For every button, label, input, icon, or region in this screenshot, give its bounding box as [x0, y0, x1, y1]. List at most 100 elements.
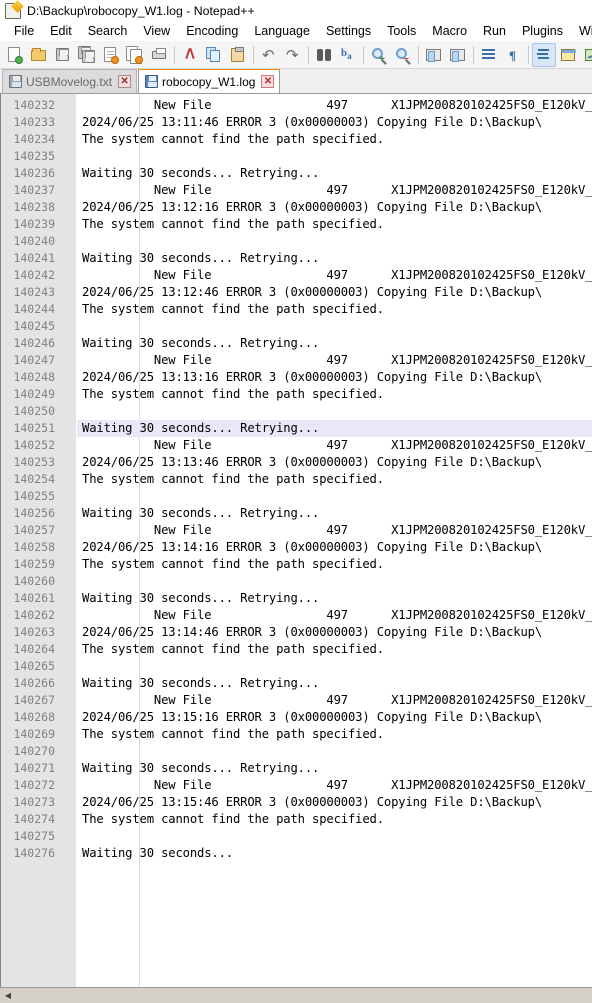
code-line[interactable]: Waiting 30 seconds... — [77, 845, 592, 862]
zoom-out-icon[interactable]: − — [391, 43, 415, 67]
paste-icon[interactable] — [226, 43, 250, 67]
save-all-icon[interactable] — [75, 43, 99, 67]
code-line[interactable]: 2024/06/25 13:14:16 ERROR 3 (0x00000003)… — [77, 539, 592, 556]
copy-icon[interactable] — [202, 43, 226, 67]
code-line[interactable]: New File 497 X1JPM200820102425FS0_E120kV… — [77, 522, 592, 539]
code-line[interactable]: The system cannot find the path specifie… — [77, 301, 592, 318]
code-line[interactable]: 2024/06/25 13:13:16 ERROR 3 (0x00000003)… — [77, 369, 592, 386]
code-line[interactable]: 2024/06/25 13:15:16 ERROR 3 (0x00000003)… — [77, 709, 592, 726]
code-line[interactable]: New File 497 X1JPM200820102425FS0_E120kV… — [77, 182, 592, 199]
menu-item-view[interactable]: View — [135, 21, 178, 41]
fold-margin[interactable] — [62, 94, 76, 987]
code-line[interactable]: The system cannot find the path specifie… — [77, 726, 592, 743]
menu-item-encoding[interactable]: Encoding — [178, 21, 246, 41]
code-line[interactable]: The system cannot find the path specifie… — [77, 386, 592, 403]
code-line[interactable]: Waiting 30 seconds... Retrying... — [77, 505, 592, 522]
code-line[interactable]: 2024/06/25 13:11:46 ERROR 3 (0x00000003)… — [77, 114, 592, 131]
redo-icon[interactable]: ↷ — [281, 43, 305, 67]
code-line[interactable] — [77, 233, 592, 250]
user-defined-dialog-icon[interactable] — [556, 43, 580, 67]
code-line[interactable]: 2024/06/25 13:15:46 ERROR 3 (0x00000003)… — [77, 794, 592, 811]
code-line[interactable]: 2024/06/25 13:12:46 ERROR 3 (0x00000003)… — [77, 284, 592, 301]
toolbar: ↶ ↷ ba + − ¶ — [0, 41, 592, 69]
menu-item-macro[interactable]: Macro — [424, 21, 475, 41]
code-line[interactable] — [77, 573, 592, 590]
code-line[interactable]: Waiting 30 seconds... Retrying... — [77, 165, 592, 182]
code-line[interactable]: 2024/06/25 13:12:16 ERROR 3 (0x00000003)… — [77, 199, 592, 216]
code-line[interactable] — [77, 658, 592, 675]
indent-guideline-icon[interactable] — [532, 42, 556, 67]
close-all-files-icon[interactable] — [123, 43, 147, 67]
cut-icon[interactable] — [178, 43, 202, 67]
tab-bar: USBMovelog.txt ✕ robocopy_W1.log ✕ — [0, 69, 592, 94]
code-line[interactable]: Waiting 30 seconds... Retrying... — [77, 675, 592, 692]
menu-item-search[interactable]: Search — [80, 21, 136, 41]
code-line[interactable]: 2024/06/25 13:13:46 ERROR 3 (0x00000003)… — [77, 454, 592, 471]
floppy-icon — [9, 75, 22, 88]
toolbar-separator — [418, 45, 419, 64]
tab-usbmovelog[interactable]: USBMovelog.txt ✕ — [2, 69, 138, 93]
tab-robocopy-w1[interactable]: robocopy_W1.log ✕ — [138, 69, 281, 93]
code-line[interactable]: Waiting 30 seconds... Retrying... — [77, 590, 592, 607]
undo-icon[interactable]: ↶ — [257, 43, 281, 67]
menu-item-tools[interactable]: Tools — [379, 21, 424, 41]
text-content[interactable]: New File 497 X1JPM200820102425FS0_E120kV… — [77, 94, 592, 987]
tab-label: USBMovelog.txt — [26, 74, 113, 89]
code-line[interactable]: The system cannot find the path specifie… — [77, 131, 592, 148]
toolbar-separator — [363, 45, 364, 64]
code-line[interactable]: The system cannot find the path specifie… — [77, 641, 592, 658]
close-file-icon[interactable] — [99, 43, 123, 67]
code-line[interactable]: New File 497 X1JPM200820102425FS0_E120kV… — [77, 352, 592, 369]
menu-item-language[interactable]: Language — [246, 21, 318, 41]
menu-item-settings[interactable]: Settings — [318, 21, 379, 41]
horizontal-scrollbar[interactable]: ◀ — [0, 987, 592, 1003]
tab-close-icon[interactable]: ✕ — [261, 75, 275, 88]
code-line[interactable]: The system cannot find the path specifie… — [77, 216, 592, 233]
toolbar-separator — [528, 45, 529, 64]
menu-item-edit[interactable]: Edit — [42, 21, 80, 41]
notepad-plus-plus-icon — [5, 2, 21, 19]
show-all-characters-icon[interactable]: ¶ — [501, 43, 525, 67]
scroll-left-arrow-icon[interactable]: ◀ — [0, 987, 16, 1003]
print-icon[interactable] — [147, 43, 171, 67]
code-line[interactable] — [77, 148, 592, 165]
document-map-icon[interactable] — [580, 43, 592, 67]
floppy-icon — [145, 75, 159, 88]
zoom-in-icon[interactable]: + — [367, 43, 391, 67]
code-line[interactable] — [77, 318, 592, 335]
code-line[interactable] — [77, 743, 592, 760]
code-line-current[interactable]: Waiting 30 seconds... Retrying... — [77, 420, 592, 437]
toolbar-separator — [174, 45, 175, 64]
menu-item-plugins[interactable]: Plugins — [514, 21, 571, 41]
tab-close-icon[interactable]: ✕ — [118, 75, 132, 88]
menu-item-run[interactable]: Run — [475, 21, 514, 41]
code-line[interactable] — [77, 488, 592, 505]
sync-vertical-scroll-icon[interactable] — [422, 43, 446, 67]
code-line[interactable]: Waiting 30 seconds... Retrying... — [77, 335, 592, 352]
code-line[interactable]: New File 497 X1JPM200820102425FS0_E120kV… — [77, 692, 592, 709]
code-line[interactable]: New File 497 X1JPM200820102425FS0_E120kV… — [77, 437, 592, 454]
open-file-icon[interactable] — [27, 43, 51, 67]
sync-horizontal-scroll-icon[interactable] — [446, 43, 470, 67]
save-icon[interactable] — [51, 43, 75, 67]
code-line[interactable]: New File 497 X1JPM200820102425FS0_E120kV… — [77, 267, 592, 284]
word-wrap-icon[interactable] — [477, 43, 501, 67]
new-file-icon[interactable] — [3, 43, 27, 67]
code-line[interactable]: The system cannot find the path specifie… — [77, 556, 592, 573]
code-line[interactable]: 2024/06/25 13:14:46 ERROR 3 (0x00000003)… — [77, 624, 592, 641]
scrollbar-track[interactable] — [16, 987, 592, 1003]
code-line[interactable]: The system cannot find the path specifie… — [77, 471, 592, 488]
code-line[interactable] — [77, 828, 592, 845]
code-line[interactable]: New File 497 X1JPM200820102425FS0_E120kV… — [77, 607, 592, 624]
find-icon[interactable] — [312, 43, 336, 67]
code-line[interactable]: New File 497 X1JPM200820102425FS0_E120kV… — [77, 97, 592, 114]
menu-item-file[interactable]: File — [6, 21, 42, 41]
menu-item-window[interactable]: Window — [571, 21, 592, 41]
code-line[interactable] — [77, 403, 592, 420]
replace-icon[interactable]: ba — [336, 43, 360, 67]
code-line[interactable]: Waiting 30 seconds... Retrying... — [77, 760, 592, 777]
code-line[interactable]: Waiting 30 seconds... Retrying... — [77, 250, 592, 267]
code-line[interactable]: New File 497 X1JPM200820102425FS0_E120kV… — [77, 777, 592, 794]
editor-area[interactable]: 140232 140233 140234 140235 140236 140237 1402… — [0, 94, 592, 987]
code-line[interactable]: The system cannot find the path specifie… — [77, 811, 592, 828]
